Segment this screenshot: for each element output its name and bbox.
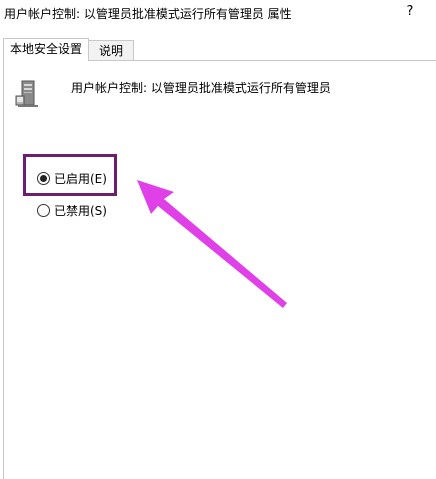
settings-panel <box>3 60 436 479</box>
enabled-option[interactable]: 已启用(E) <box>37 170 107 186</box>
enabled-label[interactable]: 已启用(E) <box>54 170 107 187</box>
help-button[interactable]: ? <box>403 3 417 21</box>
tab-local-security-setting[interactable]: 本地安全设置 <box>3 38 89 61</box>
tab-strip: 本地安全设置 说明 <box>0 38 436 61</box>
title-bar: 用户帐户控制: 以管理员批准模式运行所有管理员 属性 ? <box>0 0 436 30</box>
tab-explain[interactable]: 说明 <box>88 40 134 60</box>
disabled-radio[interactable] <box>37 203 50 217</box>
policy-name: 用户帐户控制: 以管理员批准模式运行所有管理员 <box>71 81 331 95</box>
disabled-label[interactable]: 已禁用(S) <box>54 202 107 219</box>
server-computer-icon <box>15 80 38 107</box>
enabled-radio[interactable] <box>37 171 50 185</box>
window-title: 用户帐户控制: 以管理员批准模式运行所有管理员 属性 <box>4 7 292 21</box>
disabled-option[interactable]: 已禁用(S) <box>37 202 107 218</box>
